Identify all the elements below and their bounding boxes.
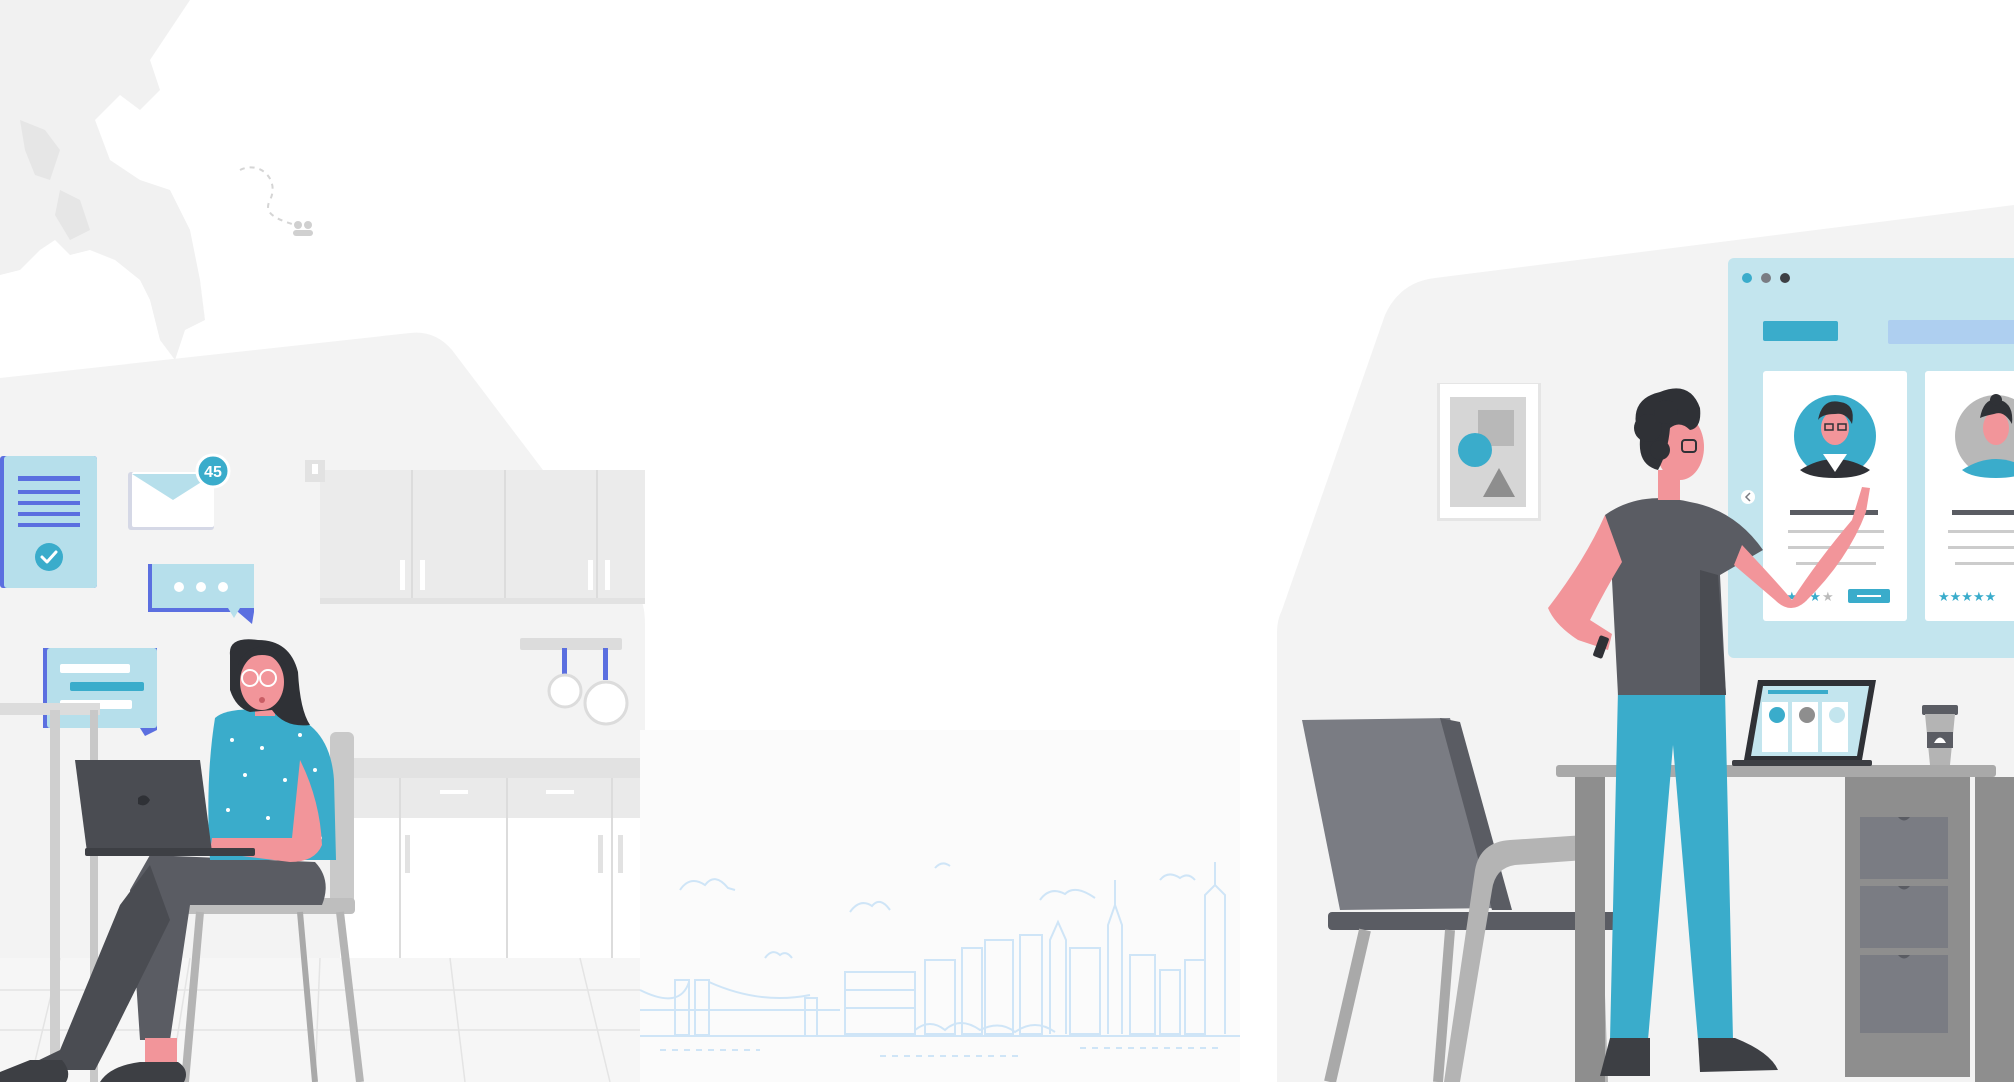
travel-route-dashed: [239, 166, 296, 226]
chevron-left-icon: [1741, 490, 1755, 504]
profile-card-2: ★★★★★: [1925, 371, 2014, 621]
window-dot-dark: [1780, 273, 1790, 283]
svg-text:★: ★: [1822, 589, 1834, 604]
window-dot-blue: [1742, 273, 1752, 283]
kitchen-counter: [340, 758, 645, 958]
light-switch: [305, 460, 325, 482]
illustration-scene: 45 ★ ★★★★★: [0, 0, 2014, 1082]
profile-card-1: ★★★ ★: [1763, 371, 1907, 621]
checkmark-icon: [35, 543, 63, 571]
notification-badge: 45: [195, 453, 231, 489]
wall-art-frame: [1437, 383, 1541, 521]
window-dot-gray: [1761, 273, 1771, 283]
tab-active-bar: [1763, 321, 1838, 341]
star-rating-card-2: ★★★★★: [1938, 589, 1996, 604]
notification-count: 45: [204, 464, 222, 481]
world-map-fragment: [0, 0, 205, 360]
profiles-board: ★★★ ★ ★★★★★: [1728, 258, 2014, 658]
skyline-fade-panel: [640, 730, 1240, 1082]
upper-cabinets: [320, 470, 645, 604]
people-icon: [293, 221, 313, 236]
tab-inactive-bar: [1888, 320, 2014, 344]
message-card: [43, 648, 157, 736]
approved-document-card: [0, 456, 97, 588]
